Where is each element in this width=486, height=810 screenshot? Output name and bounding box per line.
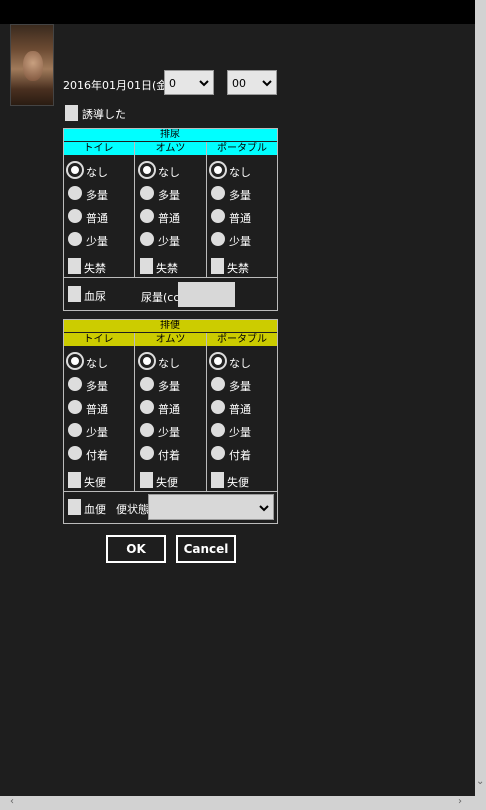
defecation-incontinence-label: 失便 bbox=[227, 476, 249, 489]
defecation-toilet-radio[interactable] bbox=[68, 423, 82, 437]
urination-toilet-radio[interactable] bbox=[68, 163, 82, 177]
cancel-button[interactable]: Cancel bbox=[176, 535, 236, 563]
divider bbox=[63, 277, 278, 278]
urination-diaper-radio[interactable] bbox=[140, 209, 154, 223]
urination-incontinence-checkbox[interactable] bbox=[68, 258, 81, 274]
urination-incontinence-checkbox[interactable] bbox=[211, 258, 224, 274]
defecation-option-label: 多量 bbox=[158, 380, 180, 393]
urination-option-label: なし bbox=[229, 166, 251, 179]
avatar-face bbox=[23, 51, 43, 81]
defecation-option-label: 多量 bbox=[86, 380, 108, 393]
blood-urine-checkbox[interactable] bbox=[68, 286, 81, 302]
defecation-portable-radio[interactable] bbox=[211, 377, 225, 391]
defecation-incontinence-checkbox[interactable] bbox=[68, 472, 81, 488]
defecation-toilet-radio[interactable] bbox=[68, 446, 82, 460]
defecation-portable-radio[interactable] bbox=[211, 423, 225, 437]
urination-option-label: 少量 bbox=[158, 235, 180, 248]
defecation-option-label: 普通 bbox=[86, 403, 108, 416]
stool-state-label: 便状態 bbox=[116, 503, 149, 516]
vertical-scrollbar[interactable]: ⌄ bbox=[475, 0, 486, 796]
divider bbox=[206, 333, 207, 491]
defecation-option-label: 付着 bbox=[86, 449, 108, 462]
divider bbox=[134, 333, 135, 491]
urination-diaper-radio[interactable] bbox=[140, 163, 154, 177]
minute-select[interactable]: 00 bbox=[227, 70, 277, 95]
defecation-portable-radio[interactable] bbox=[211, 400, 225, 414]
urination-option-label: 少量 bbox=[229, 235, 251, 248]
date-label: 2016年01月01日(金) bbox=[63, 79, 172, 92]
defecation-incontinence-label: 失便 bbox=[84, 476, 106, 489]
blood-stool-label: 血便 bbox=[84, 503, 106, 516]
chevron-down-icon bbox=[262, 80, 272, 87]
ok-button[interactable]: OK bbox=[106, 535, 166, 563]
urination-incontinence-checkbox[interactable] bbox=[140, 258, 153, 274]
urination-toilet-radio[interactable] bbox=[68, 209, 82, 223]
scroll-right-icon[interactable]: › bbox=[458, 796, 462, 807]
hour-select[interactable]: 0 bbox=[164, 70, 214, 95]
stool-state-select[interactable] bbox=[148, 494, 274, 520]
urination-option-label: なし bbox=[158, 166, 180, 179]
defecation-option-label: なし bbox=[229, 357, 251, 370]
urination-incontinence-label: 失禁 bbox=[156, 262, 178, 275]
urination-incontinence-label: 失禁 bbox=[227, 262, 249, 275]
defecation-toilet-radio[interactable] bbox=[68, 377, 82, 391]
urination-toilet-radio[interactable] bbox=[68, 186, 82, 200]
urination-option-label: 少量 bbox=[86, 235, 108, 248]
defecation-option-label: 付着 bbox=[229, 449, 251, 462]
horizontal-scrollbar[interactable]: ‹ › bbox=[0, 796, 486, 810]
defecation-option-label: なし bbox=[86, 357, 108, 370]
defecation-diaper-radio[interactable] bbox=[140, 400, 154, 414]
chevron-down-icon bbox=[259, 505, 269, 512]
urine-volume-input[interactable] bbox=[178, 282, 235, 307]
urination-option-label: 多量 bbox=[229, 189, 251, 202]
urination-incontinence-label: 失禁 bbox=[84, 262, 106, 275]
defecation-option-label: なし bbox=[158, 357, 180, 370]
blood-urine-label: 血尿 bbox=[84, 290, 106, 303]
defecation-option-label: 普通 bbox=[229, 403, 251, 416]
defecation-option-label: 多量 bbox=[229, 380, 251, 393]
urination-diaper-radio[interactable] bbox=[140, 232, 154, 246]
guided-label: 誘導した bbox=[82, 108, 126, 121]
defecation-incontinence-label: 失便 bbox=[156, 476, 178, 489]
urination-option-label: 多量 bbox=[86, 189, 108, 202]
urination-portable-radio[interactable] bbox=[211, 186, 225, 200]
defecation-diaper-radio[interactable] bbox=[140, 423, 154, 437]
defecation-diaper-radio[interactable] bbox=[140, 377, 154, 391]
blood-stool-checkbox[interactable] bbox=[68, 499, 81, 515]
urination-portable-radio[interactable] bbox=[211, 209, 225, 223]
urination-option-label: 普通 bbox=[158, 212, 180, 225]
title-bar bbox=[0, 0, 486, 24]
urination-option-label: 普通 bbox=[229, 212, 251, 225]
urination-option-label: 多量 bbox=[158, 189, 180, 202]
avatar bbox=[10, 24, 54, 106]
defecation-portable-radio[interactable] bbox=[211, 354, 225, 368]
defecation-option-label: 付着 bbox=[158, 449, 180, 462]
scroll-left-icon[interactable]: ‹ bbox=[10, 796, 14, 807]
minute-value: 00 bbox=[232, 77, 246, 90]
urination-toilet-radio[interactable] bbox=[68, 232, 82, 246]
urination-portable-radio[interactable] bbox=[211, 232, 225, 246]
defecation-toilet-radio[interactable] bbox=[68, 354, 82, 368]
urination-portable-radio[interactable] bbox=[211, 163, 225, 177]
guided-checkbox[interactable] bbox=[65, 105, 78, 121]
defecation-toilet-radio[interactable] bbox=[68, 400, 82, 414]
urination-diaper-radio[interactable] bbox=[140, 186, 154, 200]
defecation-portable-radio[interactable] bbox=[211, 446, 225, 460]
defecation-diaper-radio[interactable] bbox=[140, 446, 154, 460]
scroll-down-icon[interactable]: ⌄ bbox=[476, 776, 484, 787]
urination-option-label: 普通 bbox=[86, 212, 108, 225]
chevron-down-icon bbox=[199, 80, 209, 87]
urination-option-label: なし bbox=[86, 166, 108, 179]
divider bbox=[63, 491, 278, 492]
defecation-option-label: 普通 bbox=[158, 403, 180, 416]
hour-value: 0 bbox=[169, 77, 176, 90]
defecation-diaper-radio[interactable] bbox=[140, 354, 154, 368]
defecation-option-label: 少量 bbox=[86, 426, 108, 439]
defecation-incontinence-checkbox[interactable] bbox=[140, 472, 153, 488]
divider bbox=[206, 142, 207, 278]
defecation-option-label: 少量 bbox=[158, 426, 180, 439]
defecation-incontinence-checkbox[interactable] bbox=[211, 472, 224, 488]
divider bbox=[134, 142, 135, 278]
defecation-option-label: 少量 bbox=[229, 426, 251, 439]
